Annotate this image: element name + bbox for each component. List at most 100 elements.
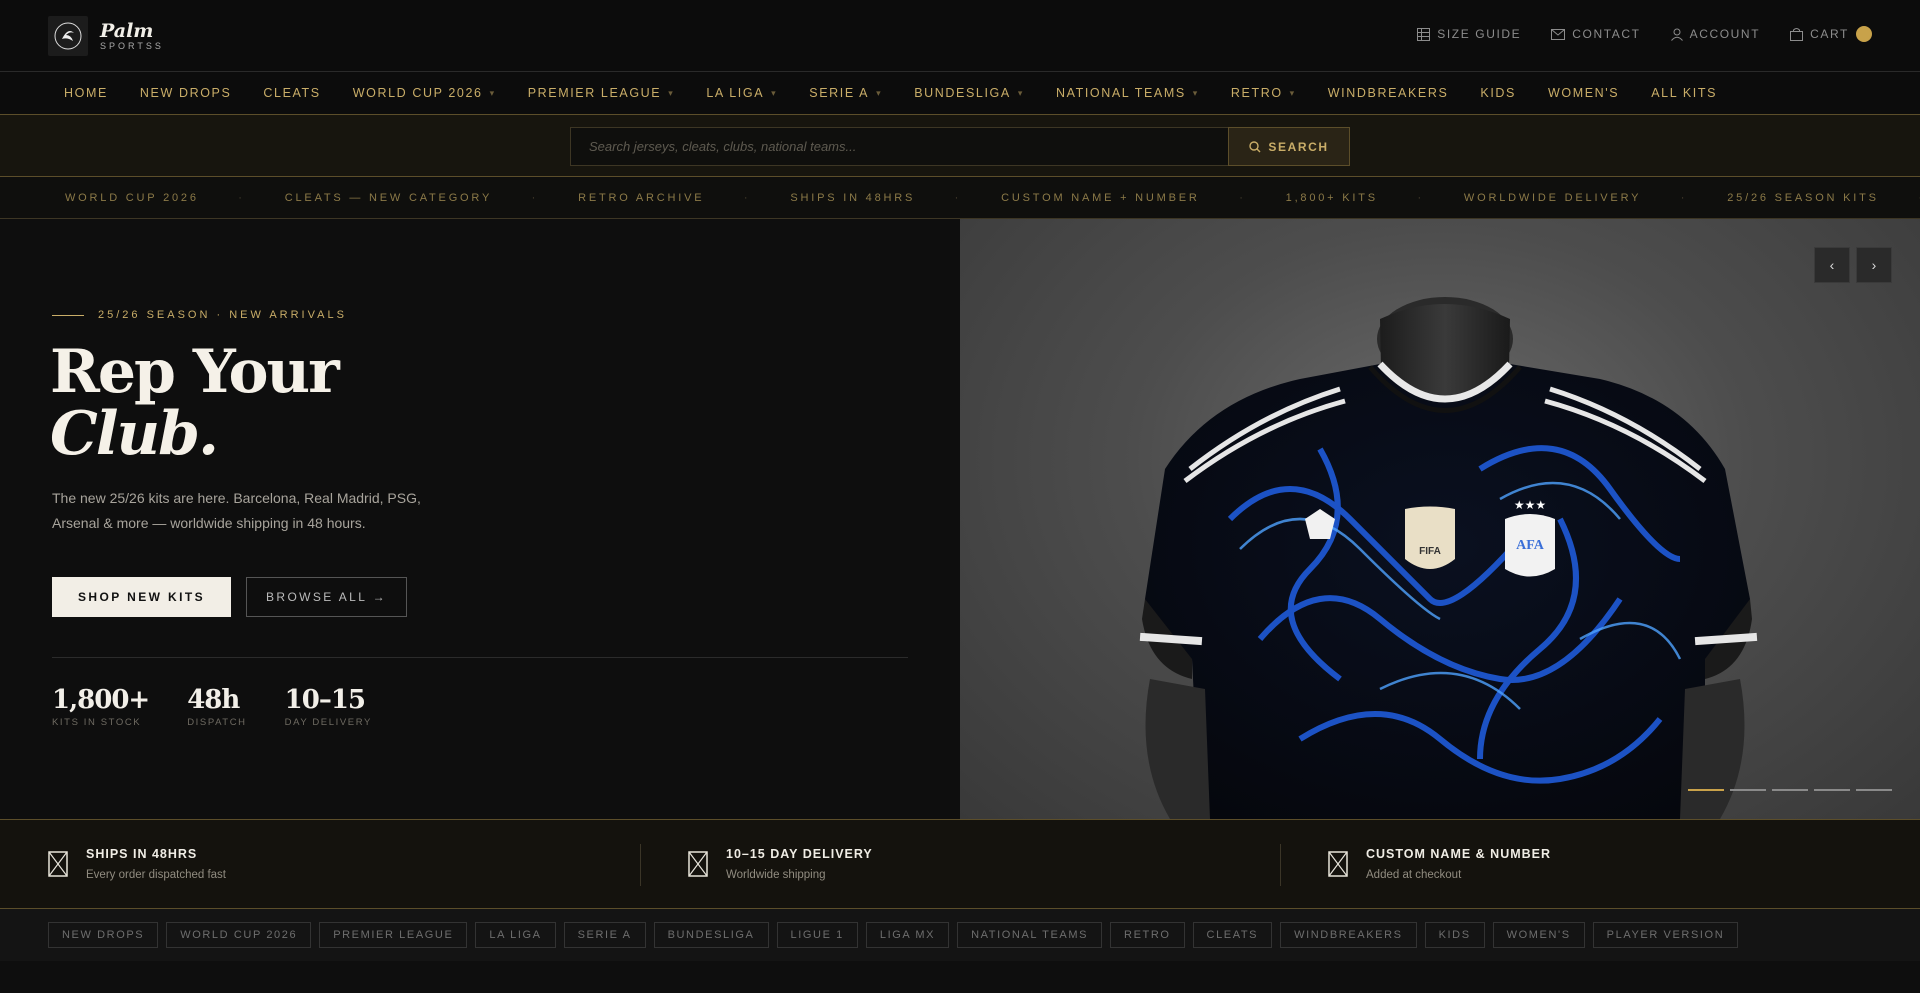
hero-stats: 1,800+ KITS IN STOCK 48h DISPATCH 10–15 DAY D…: [52, 685, 372, 728]
tag-world-cup-2026[interactable]: WORLD CUP 2026: [166, 922, 312, 948]
brand-logo[interactable]: Palm SPORTSS: [48, 16, 164, 56]
dropdown-icon: ▾: [771, 87, 778, 98]
category-tags: NEW DROPS WORLD CUP 2026 PREMIER LEAGUE LA …: [0, 909, 1920, 961]
svg-text:★★★: ★★★: [1514, 498, 1546, 512]
nav-item-cleats[interactable]: CLEATS: [263, 86, 320, 100]
tag-premier-league[interactable]: PREMIER LEAGUE: [319, 922, 468, 948]
nav-label: WINDBREAKERS: [1327, 86, 1449, 100]
utility-nav: SIZE GUIDE CONTACT ACCOUNT CART: [1417, 26, 1872, 42]
feature-item: SHIPS IN 48HRS Every order dispatched fas…: [0, 820, 640, 908]
slider-prev-button[interactable]: ‹: [1814, 247, 1850, 283]
shop-new-kits-button[interactable]: SHOP NEW KITS: [52, 577, 231, 617]
stat-item: 1,800+ KITS IN STOCK: [52, 685, 150, 728]
nav-item-la-liga[interactable]: LA LIGA ▾: [706, 86, 777, 100]
slider-dot[interactable]: [1814, 789, 1850, 791]
tag-bundesliga[interactable]: BUNDESLIGA: [653, 922, 769, 948]
promo-ticker: WORLD CUP 2026CLEATS — NEW CATEGORYRETRO…: [0, 178, 1920, 219]
eyebrow-text: 25/26 SEASON · NEW ARRIVALS: [98, 309, 347, 321]
search-input[interactable]: [570, 127, 1228, 166]
hero-title: Rep Your Club.: [50, 341, 340, 465]
search-icon: [1249, 140, 1261, 152]
tag-cleats[interactable]: CLEATS: [1192, 922, 1273, 948]
nav-label: HOME: [64, 86, 108, 100]
browse-all-button[interactable]: BROWSE ALL →: [246, 577, 407, 617]
stat-label: DAY DELIVERY: [284, 717, 372, 728]
nav-label: WORLD CUP 2026: [352, 86, 483, 100]
slider-dots: [1688, 789, 1892, 791]
search-button-label: SEARCH: [1268, 139, 1329, 154]
nav-item-women-s[interactable]: WOMEN'S: [1548, 86, 1619, 100]
tag-liga-mx[interactable]: LIGA MX: [865, 922, 950, 948]
tag-la-liga[interactable]: LA LIGA: [475, 922, 556, 948]
account-link[interactable]: ACCOUNT: [1670, 27, 1761, 41]
hero-image-slider: FIFA AFA ★★★ ‹ ›: [960, 219, 1920, 819]
slider-dot[interactable]: [1772, 789, 1808, 791]
nav-item-premier-league[interactable]: PREMIER LEAGUE ▾: [528, 86, 675, 100]
nav-label: PREMIER LEAGUE: [527, 86, 662, 100]
tag-windbreakers[interactable]: WINDBREAKERS: [1280, 922, 1417, 948]
feature-strip: SHIPS IN 48HRS Every order dispatched fas…: [0, 819, 1920, 909]
jersey-product-image: FIFA AFA ★★★: [1139, 297, 1758, 819]
ticker-item: CUSTOM NAME + NUMBER: [958, 192, 1245, 204]
nav-item-world-cup-2026[interactable]: WORLD CUP 2026 ▾: [353, 86, 496, 100]
slider-dot[interactable]: [1688, 789, 1724, 791]
tag-ligue-1[interactable]: LIGUE 1: [776, 922, 858, 948]
feature-icon: [1328, 851, 1348, 877]
stat-label: KITS IN STOCK: [52, 717, 142, 728]
tag-kids[interactable]: KIDS: [1424, 922, 1485, 948]
tag-player-version[interactable]: PLAYER VERSION: [1592, 922, 1739, 948]
tag-retro[interactable]: RETRO: [1110, 922, 1185, 948]
nav-label: WOMEN'S: [1547, 86, 1620, 100]
slider-next-button[interactable]: ›: [1856, 247, 1892, 283]
feature-subtitle: Worldwide shipping: [726, 869, 826, 881]
feature-item: CUSTOM NAME & NUMBER Added at checkout: [1280, 820, 1920, 908]
user-icon: [1670, 28, 1683, 41]
slider-dot[interactable]: [1856, 789, 1892, 791]
size-guide-label: SIZE GUIDE: [1437, 27, 1522, 41]
feature-title: 10–15 DAY DELIVERY: [726, 847, 873, 861]
search-form: SEARCH: [570, 127, 1350, 166]
search-band: SEARCH: [0, 115, 1920, 177]
dropdown-icon: ▾: [668, 87, 675, 98]
palm-logo-icon: [48, 16, 88, 56]
ticker-item: CLEATS — NEW CATEGORY: [242, 192, 539, 204]
size-guide-link[interactable]: SIZE GUIDE: [1417, 27, 1521, 41]
nav-item-kids[interactable]: KIDS: [1480, 86, 1516, 100]
nav-item-national-teams[interactable]: NATIONAL TEAMS ▾: [1056, 86, 1199, 100]
tag-new-drops[interactable]: NEW DROPS: [48, 922, 159, 948]
dropdown-icon: ▾: [1017, 87, 1024, 98]
cart-link[interactable]: CART: [1790, 26, 1872, 42]
feature-subtitle: Added at checkout: [1366, 869, 1462, 881]
nav-item-serie-a[interactable]: SERIE A ▾: [809, 86, 882, 100]
nav-item-bundesliga[interactable]: BUNDESLIGA ▾: [914, 86, 1024, 100]
ticker-item: WORLD CUP 2026: [22, 192, 245, 204]
nav-item-home[interactable]: HOME: [64, 86, 108, 100]
contact-link[interactable]: CONTACT: [1551, 27, 1640, 41]
slider-controls: ‹ ›: [1814, 247, 1892, 283]
cart-label: CART: [1810, 27, 1849, 41]
nav-item-retro[interactable]: RETRO ▾: [1231, 86, 1296, 100]
feature-title: SHIPS IN 48HRS: [86, 847, 198, 861]
brand-sub: SPORTSS: [100, 41, 164, 51]
ticker-item: 25/26 SEASON KITS: [1684, 192, 1920, 204]
nav-item-new-drops[interactable]: NEW DROPS: [140, 86, 232, 100]
main-nav: HOME NEW DROPS CLEATS WORLD CUP 2026 ▾ PREMIE…: [0, 72, 1920, 115]
svg-text:FIFA: FIFA: [1419, 546, 1441, 557]
dropdown-icon: ▾: [1192, 87, 1199, 98]
brand-name: Palm: [100, 20, 154, 42]
hero-title-line1: Rep Your: [50, 337, 340, 407]
hero-description: The new 25/26 kits are here. Barcelona, …: [52, 490, 421, 531]
nav-label: BUNDESLIGA: [914, 86, 1011, 100]
ticker-item: 1,800+ KITS: [1243, 192, 1425, 204]
search-button[interactable]: SEARCH: [1228, 127, 1350, 166]
nav-item-all-kits[interactable]: ALL KITS: [1651, 86, 1717, 100]
tag-women-s[interactable]: WOMEN'S: [1492, 922, 1585, 948]
nav-item-windbreakers[interactable]: WINDBREAKERS: [1328, 86, 1449, 100]
ticker-item: WORLDWIDE DELIVERY: [1421, 192, 1688, 204]
slider-dot[interactable]: [1730, 789, 1766, 791]
nav-label: NATIONAL TEAMS: [1055, 86, 1186, 100]
tag-national-teams[interactable]: NATIONAL TEAMS: [957, 922, 1103, 948]
stat-item: 10–15 DAY DELIVERY: [285, 685, 372, 728]
dropdown-icon: ▾: [489, 87, 496, 98]
tag-serie-a[interactable]: SERIE A: [563, 922, 646, 948]
